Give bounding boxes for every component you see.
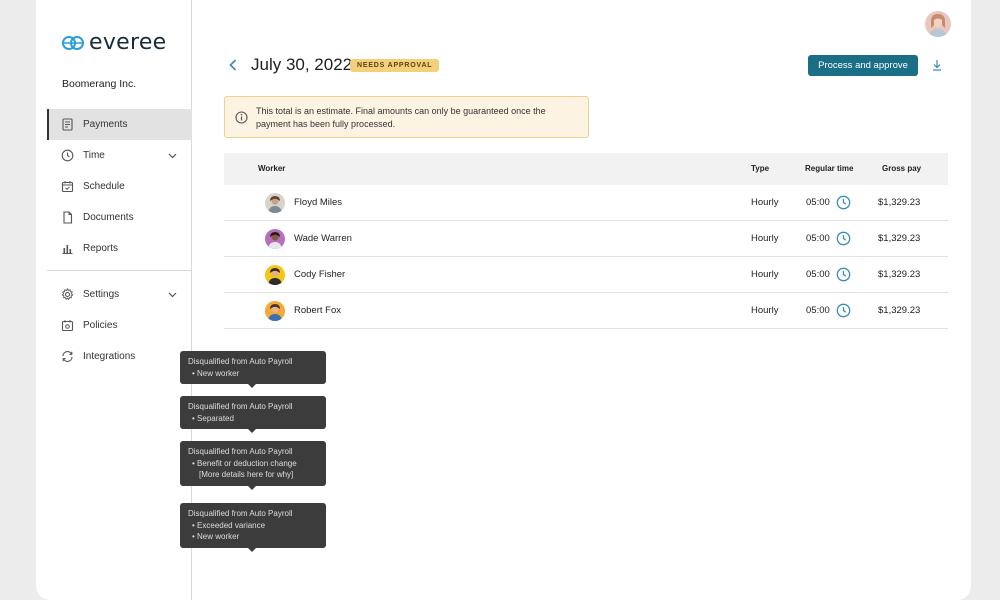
tooltip-title: Disqualified from Auto Payroll xyxy=(188,447,293,456)
payments-table: Worker Type Regular time Gross pay Floyd… xyxy=(224,153,948,329)
everee-logo-icon xyxy=(62,35,84,50)
table-row[interactable]: Floyd Miles Hourly 05:00 $1,329.23 xyxy=(224,185,948,221)
brand-logo[interactable]: everee xyxy=(62,30,167,55)
receipt-icon xyxy=(61,118,74,131)
table-row[interactable]: Robert Fox Hourly 05:00 $1,329.23 xyxy=(224,293,948,329)
sidebar-item-label: Documents xyxy=(83,212,134,223)
clock-icon xyxy=(61,149,74,162)
sidebar-item-label: Schedule xyxy=(83,181,125,192)
gross-pay: $1,329.23 xyxy=(878,197,921,208)
sidebar-item-documents[interactable]: Documents xyxy=(47,202,192,233)
tooltip-reason: • Exceeded variance xyxy=(192,520,266,530)
sidebar-item-settings[interactable]: Settings xyxy=(47,279,192,310)
sidebar-item-integrations[interactable]: Integrations xyxy=(47,341,192,372)
sidebar-item-time[interactable]: Time xyxy=(47,140,192,171)
clock-icon[interactable] xyxy=(836,303,851,318)
brand-name: everee xyxy=(89,30,167,55)
table-row[interactable]: Wade Warren Hourly 05:00 $1,329.23 xyxy=(224,221,948,257)
tooltip-reason: • Separated xyxy=(192,413,234,423)
tooltip-disqualified: Disqualified from Auto Payroll • Benefit… xyxy=(180,441,326,489)
info-icon xyxy=(235,111,248,124)
table-header: Worker Type Regular time Gross pay xyxy=(224,153,948,185)
bar-chart-icon xyxy=(61,242,74,255)
download-icon[interactable] xyxy=(931,58,943,72)
column-header-regular-time[interactable]: Regular time xyxy=(805,164,853,173)
tooltip-reason: • Benefit or deduction change xyxy=(192,458,297,468)
column-header-type[interactable]: Type xyxy=(751,164,769,173)
tooltip-reason: • New worker xyxy=(192,532,240,541)
process-and-approve-button[interactable]: Process and approve xyxy=(808,55,918,76)
tooltip-title: Disqualified from Auto Payroll xyxy=(188,357,293,366)
sidebar-item-label: Reports xyxy=(83,243,119,254)
column-header-gross-pay[interactable]: Gross pay xyxy=(882,164,921,173)
status-badge: NEEDS APPROVAL xyxy=(350,59,440,72)
policy-icon xyxy=(61,319,74,332)
clock-icon[interactable] xyxy=(836,267,851,282)
sidebar-divider xyxy=(47,270,192,271)
worker-type: Hourly xyxy=(751,269,779,280)
sidebar-item-payments[interactable]: Payments xyxy=(47,109,192,140)
regular-time: 05:00 xyxy=(806,233,830,244)
sidebar: everee Boomerang Inc. Payments Time Sche… xyxy=(36,0,192,600)
worker-name[interactable]: Wade Warren xyxy=(294,233,352,244)
sidebar-item-label: Policies xyxy=(83,320,118,331)
sidebar-item-label: Integrations xyxy=(83,351,136,362)
worker-type: Hourly xyxy=(751,233,779,244)
worker-name[interactable]: Robert Fox xyxy=(294,305,341,316)
gear-icon xyxy=(61,288,74,301)
gross-pay: $1,329.23 xyxy=(878,269,921,280)
user-avatar[interactable] xyxy=(925,11,951,37)
app-window: everee Boomerang Inc. Payments Time Sche… xyxy=(36,0,971,600)
regular-time: 05:00 xyxy=(806,305,830,316)
gross-pay: $1,329.23 xyxy=(878,305,921,316)
tooltip-disqualified: Disqualified from Auto Payroll • New wor… xyxy=(180,351,326,388)
worker-name[interactable]: Floyd Miles xyxy=(294,197,342,208)
notice-text: This total is an estimate. Final amounts… xyxy=(256,106,546,129)
tooltip-disqualified: Disqualified from Auto Payroll • Separat… xyxy=(180,396,326,433)
gross-pay: $1,329.23 xyxy=(878,233,921,244)
sidebar-item-reports[interactable]: Reports xyxy=(47,233,192,264)
worker-avatar xyxy=(265,265,285,285)
clock-icon[interactable] xyxy=(836,231,851,246)
calendar-icon xyxy=(61,180,74,193)
clock-icon[interactable] xyxy=(836,195,851,210)
worker-avatar xyxy=(265,229,285,249)
chevron-down-icon[interactable] xyxy=(167,289,178,300)
sidebar-item-label: Settings xyxy=(83,289,120,300)
worker-avatar xyxy=(265,193,285,213)
tooltip-details-link[interactable]: [More details here for why] xyxy=(188,469,318,481)
table-row[interactable]: Cody Fisher Hourly 05:00 $1,329.23 xyxy=(224,257,948,293)
back-chevron-icon[interactable] xyxy=(228,58,238,72)
company-name: Boomerang Inc. xyxy=(62,78,137,90)
regular-time: 05:00 xyxy=(806,269,830,280)
worker-type: Hourly xyxy=(751,305,779,316)
regular-time: 05:00 xyxy=(806,197,830,208)
worker-type: Hourly xyxy=(751,197,779,208)
sidebar-item-schedule[interactable]: Schedule xyxy=(47,171,192,202)
tooltip-reason: • New worker xyxy=(192,368,240,378)
chevron-down-icon[interactable] xyxy=(167,150,178,161)
tooltip-title: Disqualified from Auto Payroll xyxy=(188,509,293,518)
sidebar-nav: Payments Time Schedule Documents Reports… xyxy=(47,109,192,372)
sync-icon xyxy=(61,350,74,363)
sidebar-item-label: Payments xyxy=(83,119,128,130)
column-header-worker[interactable]: Worker xyxy=(258,164,285,173)
tooltip-disqualified: Disqualified from Auto Payroll • Exceede… xyxy=(180,503,326,551)
page-title: July 30, 2022 xyxy=(251,55,353,74)
tooltip-title: Disqualified from Auto Payroll xyxy=(188,402,293,411)
sidebar-item-label: Time xyxy=(83,150,105,161)
worker-name[interactable]: Cody Fisher xyxy=(294,269,345,280)
document-icon xyxy=(61,211,74,224)
worker-avatar xyxy=(265,301,285,321)
sidebar-item-policies[interactable]: Policies xyxy=(47,310,192,341)
estimate-notice: This total is an estimate. Final amounts… xyxy=(224,96,589,138)
